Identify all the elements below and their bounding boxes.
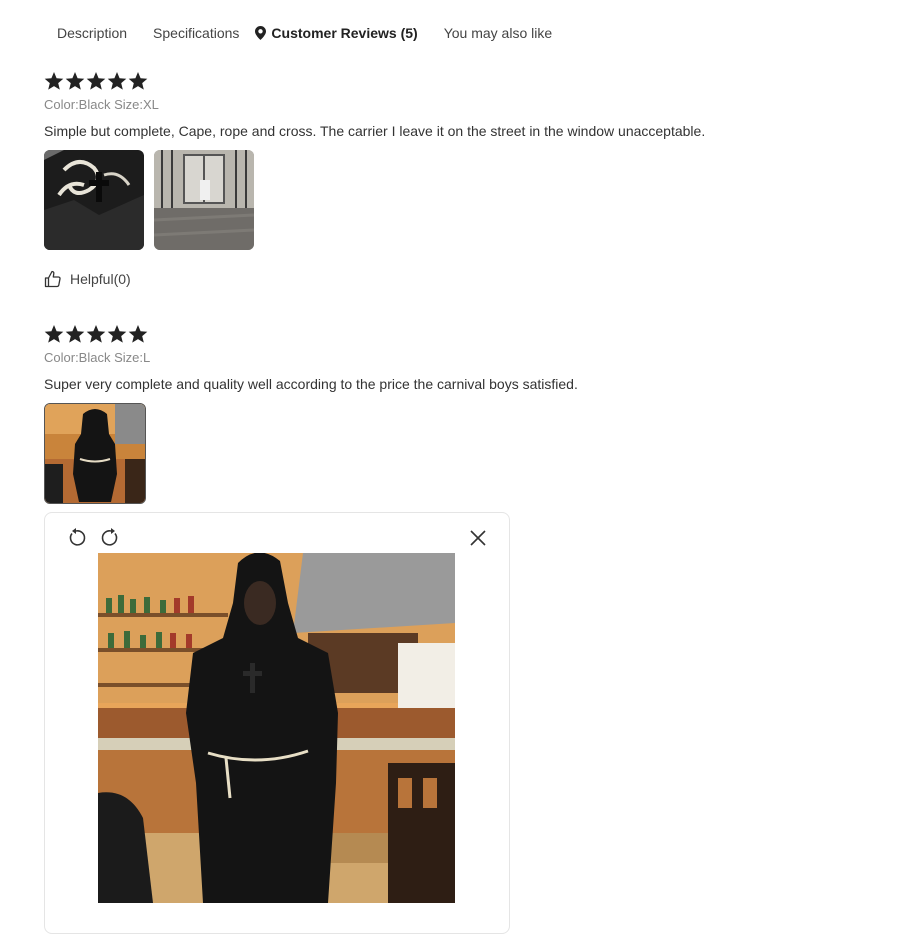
rotate-right-icon[interactable] bbox=[100, 527, 122, 549]
tab-customer-reviews-label: Customer Reviews (5) bbox=[271, 25, 418, 41]
review-photo-thumbnail[interactable] bbox=[154, 150, 254, 250]
star-icon bbox=[44, 325, 64, 343]
star-icon bbox=[65, 325, 85, 343]
costume-cape-rope-cross-photo bbox=[44, 150, 144, 250]
review-item: Color:Black Size:XL Simple but complete,… bbox=[44, 71, 864, 288]
window-street-photo bbox=[154, 150, 254, 250]
product-tabs: Description Specifications Customer Revi… bbox=[57, 22, 578, 44]
helpful-count: Helpful(0) bbox=[70, 271, 131, 287]
review-photos bbox=[44, 403, 864, 504]
review-variant: Color:Black Size:L bbox=[44, 350, 151, 365]
thumbs-up-icon bbox=[44, 270, 61, 288]
location-pin-icon bbox=[255, 26, 267, 40]
rotate-left-icon[interactable] bbox=[65, 527, 87, 549]
star-icon bbox=[107, 325, 127, 343]
review-text: Simple but complete, Cape, rope and cros… bbox=[44, 123, 706, 139]
close-icon[interactable] bbox=[467, 527, 489, 549]
tab-you-may-also-like[interactable]: You may also like bbox=[444, 22, 552, 44]
review-item: Color:Black Size:L Super very complete a… bbox=[44, 324, 864, 504]
star-icon bbox=[128, 72, 148, 90]
review-photo-enlarged bbox=[98, 553, 455, 903]
star-rating bbox=[44, 324, 864, 346]
review-photos bbox=[44, 150, 864, 250]
star-icon bbox=[44, 72, 64, 90]
tab-customer-reviews[interactable]: Customer Reviews (5) bbox=[255, 22, 418, 44]
star-icon bbox=[65, 72, 85, 90]
review-variant: Color:Black Size:XL bbox=[44, 97, 159, 112]
star-icon bbox=[86, 325, 106, 343]
star-icon bbox=[128, 325, 148, 343]
tab-specifications[interactable]: Specifications bbox=[153, 22, 239, 44]
star-rating bbox=[44, 71, 864, 93]
image-viewer bbox=[44, 512, 510, 934]
monk-costume-photo bbox=[45, 404, 145, 503]
star-icon bbox=[86, 72, 106, 90]
helpful-button[interactable]: Helpful(0) bbox=[44, 270, 864, 288]
review-photo-thumbnail[interactable] bbox=[44, 150, 144, 250]
star-icon bbox=[107, 72, 127, 90]
review-photo-thumbnail[interactable] bbox=[44, 403, 146, 504]
tab-description[interactable]: Description bbox=[57, 22, 127, 44]
review-text: Super very complete and quality well acc… bbox=[44, 376, 578, 392]
monk-costume-enlarged-photo bbox=[98, 553, 455, 903]
